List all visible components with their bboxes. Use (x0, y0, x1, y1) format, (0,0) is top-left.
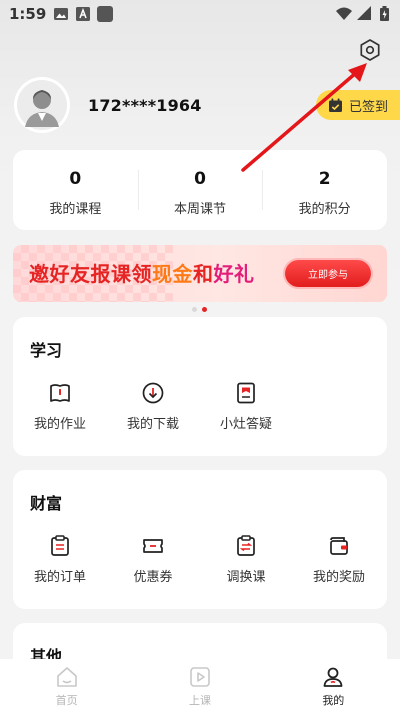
stat-value: 0 (194, 169, 206, 189)
play-icon (187, 664, 213, 690)
item-label: 小灶答疑 (219, 417, 272, 432)
item-label: 调换课 (226, 570, 266, 585)
tab-mine[interactable]: 我的 (267, 659, 400, 711)
battery-icon (376, 5, 392, 21)
avatar[interactable] (14, 77, 70, 133)
banner-title-part1: 邀好友报课领 (29, 262, 152, 286)
wifi-icon (336, 5, 352, 21)
banner-title-gift: 好礼 (213, 262, 255, 286)
item-label: 优惠券 (133, 570, 173, 585)
app-notification-icon (97, 6, 113, 22)
stat-label: 我的课程 (49, 202, 102, 217)
promo-banner[interactable]: 邀好友报课领现金和好礼 立即参与 (13, 245, 387, 302)
study-section-title: 学习 (30, 341, 63, 360)
my-homework-item[interactable]: 我的作业 (25, 381, 95, 432)
wealth-section: 财富 我的订单 优惠券 调换课 我的奖励 (13, 470, 387, 609)
item-label: 我的奖励 (312, 570, 365, 585)
notification-icons (53, 6, 113, 22)
stats-card: 0 我的课程 0 本周课节 2 我的积分 (13, 150, 387, 230)
my-orders-item[interactable]: 我的订单 (25, 534, 95, 585)
tab-label: 上课 (188, 694, 211, 707)
order-icon (48, 534, 72, 558)
qa-item[interactable]: 小灶答疑 (211, 381, 281, 432)
carousel-dot (192, 307, 197, 312)
settings-gear-icon (360, 39, 380, 61)
qa-icon (234, 381, 258, 405)
stat-my-courses[interactable]: 0 我的课程 (13, 150, 138, 230)
reward-icon (327, 534, 351, 558)
user-phone: 172****1964 (88, 96, 202, 115)
download-icon (141, 381, 165, 405)
item-label: 我的下载 (126, 417, 179, 432)
profile-icon (320, 664, 346, 690)
stat-label: 本周课节 (174, 202, 227, 217)
homework-icon (48, 381, 72, 405)
system-status-icons (336, 5, 392, 21)
carousel-indicator (192, 307, 207, 312)
item-label: 我的订单 (33, 570, 86, 585)
gallery-icon (53, 6, 69, 22)
tab-home[interactable]: 首页 (0, 659, 133, 711)
stat-my-points[interactable]: 2 我的积分 (262, 150, 387, 230)
stat-value: 2 (318, 169, 331, 189)
settings-button[interactable] (357, 37, 383, 63)
tab-label: 首页 (55, 694, 78, 707)
calendar-check-icon (329, 98, 342, 112)
tab-class[interactable]: 上课 (133, 659, 266, 711)
bottom-tab-bar: 首页 上课 我的 (0, 659, 400, 711)
a-letter-icon (75, 6, 91, 22)
my-rewards-item[interactable]: 我的奖励 (304, 534, 374, 585)
stat-value: 0 (69, 169, 82, 189)
banner-join-button[interactable]: 立即参与 (285, 260, 371, 287)
carousel-dot-active (202, 307, 207, 312)
banner-title-and: 和 (193, 262, 214, 286)
study-section: 学习 我的作业 我的下载 小灶答疑 (13, 317, 387, 456)
banner-title: 邀好友报课领现金和好礼 (29, 258, 255, 287)
signin-label: 已签到 (349, 99, 389, 115)
home-icon (54, 664, 80, 690)
stat-label: 我的积分 (298, 202, 351, 217)
signin-button[interactable]: 已签到 (316, 90, 400, 120)
wealth-section-title: 财富 (30, 494, 63, 513)
stat-weekly-lessons[interactable]: 0 本周课节 (137, 150, 263, 230)
banner-title-cash: 现金 (152, 262, 193, 286)
status-bar: 1:59 (0, 0, 400, 30)
swap-course-icon (234, 534, 258, 558)
item-label: 我的作业 (33, 417, 86, 432)
swap-course-item[interactable]: 调换课 (211, 534, 281, 585)
cell-signal-icon (356, 5, 372, 21)
status-time: 1:59 (9, 5, 47, 23)
coupon-icon (141, 534, 165, 558)
coupons-item[interactable]: 优惠券 (118, 534, 188, 585)
my-downloads-item[interactable]: 我的下载 (118, 381, 188, 432)
tab-label: 我的 (322, 694, 345, 707)
